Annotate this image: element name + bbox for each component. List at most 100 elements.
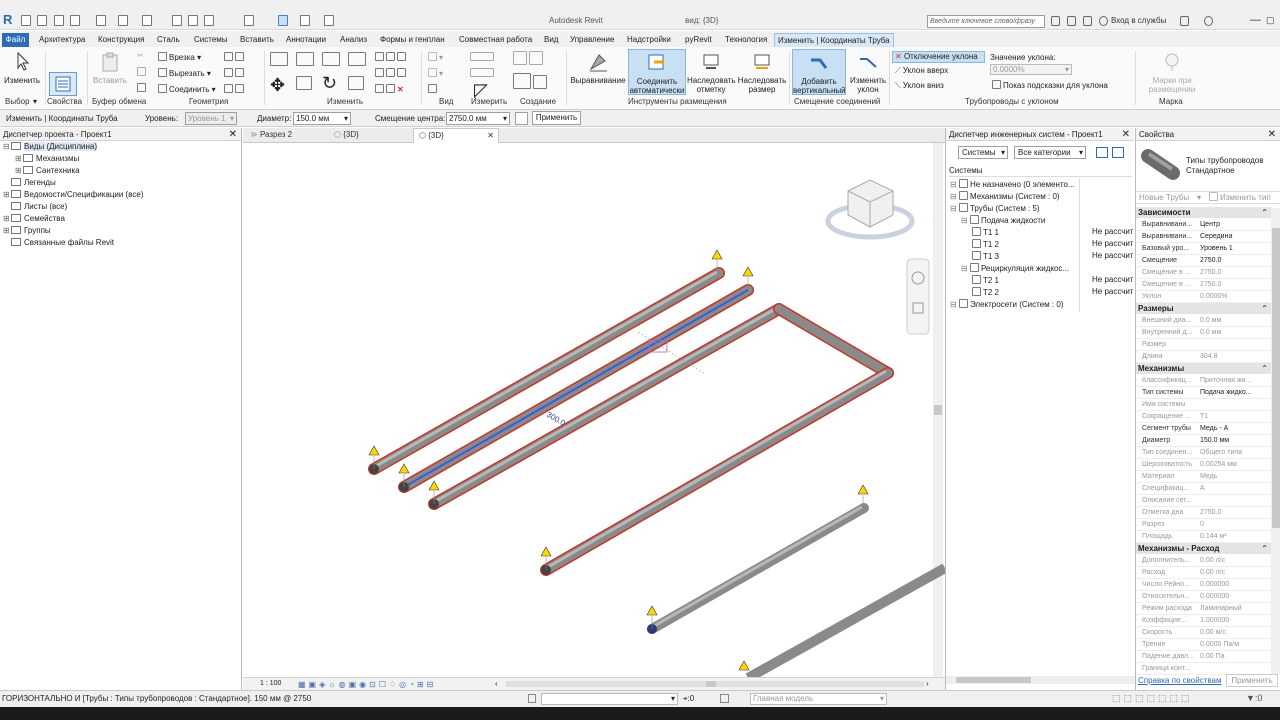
close-icon[interactable]: ✕ — [487, 129, 494, 143]
tab-systems[interactable]: Системы — [191, 33, 231, 47]
collapse-icon[interactable]: ⊟ — [961, 216, 970, 225]
auto-connect-button[interactable]: Соединить автоматически — [628, 49, 686, 95]
property-value[interactable]: 150.0 мм — [1200, 435, 1270, 447]
mirror-axis-icon[interactable] — [322, 52, 342, 67]
measure-between-icon[interactable] — [470, 52, 496, 62]
property-section-header[interactable]: Механизмы ⌃ — [1136, 363, 1271, 374]
sync-icon[interactable] — [70, 15, 80, 26]
type-selector[interactable]: Типы трубопроводов Стандартное — [1186, 156, 1278, 176]
offset-icon[interactable] — [296, 52, 316, 67]
expand-icon[interactable]: ⊞ — [15, 166, 23, 176]
properties-button[interactable] — [49, 72, 77, 96]
override-icon[interactable]: ▾ — [428, 68, 443, 78]
pipe-t1-2-selected[interactable] — [398, 284, 754, 493]
slope-value-field[interactable]: 0.0000% ▾ — [990, 64, 1072, 75]
collapse-icon[interactable]: ⌃ — [1261, 543, 1268, 554]
expand-icon[interactable]: ⊞ — [3, 226, 11, 236]
slope-off-button[interactable]: ✕ Отключение уклона — [892, 51, 985, 63]
justify-button[interactable]: Выравнивание — [569, 51, 627, 85]
editable-only-icon[interactable]: ⌖:0 — [683, 694, 694, 704]
create-parts-icon[interactable] — [513, 73, 549, 90]
paste-button[interactable]: Вставить — [92, 51, 128, 85]
tree-item[interactable]: Легенды — [3, 178, 56, 188]
3d-view-icon[interactable] — [244, 15, 254, 26]
sign-in-button[interactable]: Вход в службы — [1111, 16, 1166, 25]
selection-filter-icons[interactable]: ⬚⬚⬚⬚⬚⬚⬚ — [1112, 693, 1193, 704]
diameter-select[interactable]: 150.0 мм ▾ — [293, 112, 351, 125]
revit-logo-icon[interactable]: R — [3, 13, 15, 27]
system-row[interactable]: T2 2 — [972, 287, 999, 298]
tab-section-2[interactable]: ⊳ Разрез 2 — [246, 128, 326, 143]
tree-item[interactable]: Связанные файлы Revit — [3, 238, 114, 248]
undo-icon[interactable] — [96, 15, 106, 26]
navigation-bar[interactable] — [906, 258, 930, 335]
expand-icon[interactable]: ⊞ — [3, 214, 11, 224]
model-view-svg[interactable]: 300.0 — [243, 143, 948, 683]
scrollbar-thumb[interactable] — [706, 681, 716, 687]
auto-fit-icon[interactable] — [1112, 147, 1124, 158]
save-icon[interactable] — [54, 15, 64, 26]
expand-icon[interactable]: ⊞ — [3, 190, 11, 200]
join-button[interactable]: Соединить ▾ — [158, 84, 216, 94]
minimize-icon[interactable]: — — [1250, 14, 1261, 26]
delete-icon[interactable]: ✕ — [397, 85, 404, 94]
worksets-icon[interactable] — [528, 694, 536, 703]
lock-icon[interactable] — [515, 112, 528, 125]
collapse-icon[interactable]: ⊟ — [3, 142, 11, 152]
tab-pyrevit[interactable]: pyRevit — [682, 33, 715, 47]
slope-down-button[interactable]: ⟍ Уклон вниз — [895, 81, 944, 91]
pick-view-icon[interactable] — [428, 84, 439, 94]
collapse-icon[interactable]: ⌃ — [1261, 303, 1268, 314]
tab-3d-active[interactable]: ⬡ {3D} ✕ — [413, 128, 499, 143]
tree-item[interactable]: ⊞ Сантехника — [15, 166, 80, 176]
rotate-icon[interactable]: ↻ — [322, 73, 337, 94]
3d-canvas[interactable]: 300.0 — [243, 143, 948, 683]
hide-icon[interactable]: ▾ — [428, 52, 443, 62]
trim-icon[interactable] — [348, 76, 366, 91]
star-icon[interactable] — [1083, 16, 1092, 26]
cut-in-button[interactable]: Врезка ▾ — [158, 52, 201, 62]
pipes[interactable]: 300.0 — [368, 267, 948, 683]
cart-icon[interactable] — [1180, 16, 1189, 26]
array-icon[interactable] — [375, 68, 408, 78]
create-assembly-icon[interactable] — [513, 51, 545, 66]
pipe-t2-2[interactable] — [745, 563, 948, 683]
tab-insert[interactable]: Вставить — [237, 33, 277, 47]
system-row[interactable]: ⊟ Рециркуляция жидкос... — [961, 263, 1069, 274]
scrollbar-thumb[interactable] — [956, 677, 1031, 683]
collapse-icon[interactable]: ⌃ — [1261, 363, 1268, 374]
scrollbar-thumb[interactable] — [934, 405, 942, 415]
offset-select[interactable]: 2750.0 мм ▾ — [446, 112, 510, 125]
subscription-icon[interactable] — [1067, 16, 1076, 26]
cut-button[interactable]: Вырезать ▾ — [158, 68, 211, 78]
tab-manage[interactable]: Управление — [567, 33, 617, 47]
property-value[interactable]: Центр — [1200, 219, 1270, 231]
tab-structure[interactable]: Конструкция — [95, 33, 147, 47]
change-slope-button[interactable]: Изменить уклон — [848, 51, 888, 94]
property-row[interactable]: Сегмент трубы Медь - A — [1136, 423, 1271, 435]
property-section-header[interactable]: Механизмы - Расход ⌃ — [1136, 543, 1271, 554]
close-icon[interactable]: ✕ — [229, 128, 237, 141]
scrollbar-thumb[interactable] — [1272, 228, 1280, 528]
split-icon[interactable] — [375, 52, 408, 62]
tree-item[interactable]: ⊞ Ведомости/Спецификации (все) — [3, 190, 144, 200]
tab-addins[interactable]: Надстройки — [624, 33, 674, 47]
demolish-icon[interactable] — [224, 84, 246, 94]
design-options-icon[interactable] — [720, 694, 729, 703]
add-vertical-button[interactable]: Добавить вертикальный — [792, 49, 846, 95]
expand-icon[interactable]: ⊞ — [15, 154, 23, 164]
inherit-elevation-button[interactable]: Наследовать отметку — [687, 51, 736, 94]
property-value[interactable]: 2750.0 — [1200, 255, 1270, 267]
property-row[interactable]: Базовый уро... Уровень 1 — [1136, 243, 1271, 255]
align-icon[interactable] — [270, 52, 290, 67]
filter-icon[interactable]: ▼:0 — [1246, 693, 1262, 703]
tab-file[interactable]: Файл — [2, 33, 29, 47]
folder-icon[interactable] — [37, 15, 47, 26]
horizontal-scrollbar[interactable] — [946, 676, 1135, 684]
property-row[interactable]: Тип системы Подача жидко... — [1136, 387, 1271, 399]
tab-architecture[interactable]: Архитектура — [36, 33, 88, 47]
edit-type-button[interactable]: Изменить тип — [1209, 192, 1271, 204]
modify-button[interactable]: Изменить — [3, 51, 41, 85]
property-value[interactable]: Середина — [1200, 231, 1270, 243]
temporary-dimension[interactable]: 300.0 — [545, 331, 706, 428]
